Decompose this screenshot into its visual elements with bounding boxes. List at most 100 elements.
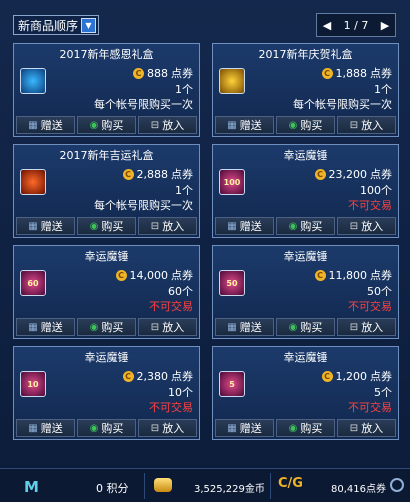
buy-icon: ◉ <box>89 422 99 434</box>
buy-icon: ◉ <box>288 422 298 434</box>
lucky-hammer-icon[interactable]: 60 <box>20 270 46 296</box>
gift-icon: ▦ <box>227 220 237 232</box>
item-card: 幸运魔锤 100 C 23,200 点券 100个 不可交易 ▦ 赠送 ◉ 购买 ⊟ 放入 <box>212 144 399 238</box>
item-price: C 1,888 点券 <box>321 65 392 81</box>
cart-icon: ⊟ <box>349 220 359 232</box>
buy-button[interactable]: ◉ 购买 <box>276 318 335 336</box>
buy-icon: ◉ <box>89 321 99 333</box>
cart-icon: ⊟ <box>150 119 160 131</box>
lucky-hammer-icon[interactable]: 50 <box>219 270 245 296</box>
cart-icon: ⊟ <box>150 321 160 333</box>
blue-gift-box-icon[interactable] <box>20 68 46 94</box>
item-actions: ▦ 赠送 ◉ 购买 ⊟ 放入 <box>16 116 197 134</box>
buy-icon: ◉ <box>89 119 99 131</box>
buy-button[interactable]: ◉ 购买 <box>276 419 335 437</box>
next-page-button[interactable]: ▶ <box>379 19 391 32</box>
item-note: 每个帐号限购买一次 <box>94 98 193 111</box>
item-quantity: 50个 <box>367 285 392 298</box>
lucky-hammer-icon[interactable]: 10 <box>20 371 46 397</box>
buy-button[interactable]: ◉ 购买 <box>77 217 136 235</box>
gift-icon: ▦ <box>28 321 38 333</box>
item-quantity: 1个 <box>374 83 392 96</box>
item-note: 不可交易 <box>348 300 392 313</box>
cart-icon: ⊟ <box>349 119 359 131</box>
add-to-cart-button[interactable]: ⊟ 放入 <box>138 217 197 235</box>
buy-icon: ◉ <box>288 119 298 131</box>
item-actions: ▦ 赠送 ◉ 购买 ⊟ 放入 <box>16 217 197 235</box>
gift-button[interactable]: ▦ 赠送 <box>215 116 274 134</box>
lucky-hammer-icon[interactable]: 100 <box>219 169 245 195</box>
gift-button[interactable]: ▦ 赠送 <box>16 419 75 437</box>
add-to-cart-button[interactable]: ⊟ 放入 <box>337 116 396 134</box>
buy-button[interactable]: ◉ 购买 <box>276 217 335 235</box>
gift-button[interactable]: ▦ 赠送 <box>16 217 75 235</box>
item-title: 幸运魔锤 <box>283 250 328 263</box>
coupon-coin-icon: C <box>122 370 134 382</box>
buy-button[interactable]: ◉ 购买 <box>77 116 136 134</box>
gold-balance: 3,525,229金币 <box>194 484 265 495</box>
item-card: 2017新年感恩礼盒 C 888 点券 1个 每个帐号限购买一次 ▦ 赠送 ◉ 购买 ⊟… <box>13 43 200 137</box>
coupon-coin-icon: C <box>133 67 144 79</box>
coupon-balance: 80,416点券 <box>331 484 386 495</box>
add-to-cart-button[interactable]: ⊟ 放入 <box>337 318 396 336</box>
coupon-coin-icon: C <box>321 370 333 382</box>
buy-button[interactable]: ◉ 购买 <box>77 318 136 336</box>
page-navigator: ◀ 1 / 7 ▶ <box>316 13 396 37</box>
cart-icon: ⊟ <box>349 422 359 434</box>
item-actions: ▦ 赠送 ◉ 购买 ⊟ 放入 <box>16 318 197 336</box>
item-quantity: 1个 <box>175 83 193 96</box>
mileage-logo-icon: M <box>24 478 39 496</box>
item-note: 不可交易 <box>348 401 392 414</box>
item-quantity: 5个 <box>374 386 392 399</box>
add-to-cart-button[interactable]: ⊟ 放入 <box>138 419 197 437</box>
add-to-cart-button[interactable]: ⊟ 放入 <box>138 116 197 134</box>
buy-button[interactable]: ◉ 购买 <box>77 419 136 437</box>
divider <box>144 473 145 499</box>
points-balance: 0 积分 <box>96 482 129 495</box>
item-price: C 23,200 点券 <box>314 166 392 182</box>
cart-icon: ⊟ <box>150 422 160 434</box>
item-actions: ▦ 赠送 ◉ 购买 ⊟ 放入 <box>215 116 396 134</box>
refresh-icon[interactable] <box>390 478 404 492</box>
buy-button[interactable]: ◉ 购买 <box>276 116 335 134</box>
item-actions: ▦ 赠送 ◉ 购买 ⊟ 放入 <box>215 318 396 336</box>
lucky-hammer-icon[interactable]: 5 <box>219 371 245 397</box>
item-actions: ▦ 赠送 ◉ 购买 ⊟ 放入 <box>215 217 396 235</box>
sort-order-dropdown[interactable]: 新商品顺序 ▼ <box>13 15 99 35</box>
gift-button[interactable]: ▦ 赠送 <box>215 419 274 437</box>
chevron-down-icon[interactable]: ▼ <box>81 17 96 33</box>
gift-button[interactable]: ▦ 赠送 <box>16 318 75 336</box>
gold-gift-box-icon[interactable] <box>219 68 245 94</box>
item-price: C 11,800 点券 <box>314 267 392 283</box>
shop-window: 新商品顺序 ▼ ◀ 1 / 7 ▶ 2017新年感恩礼盒 C 888 点券 1个 每… <box>0 0 410 502</box>
coupon-coin-icon: C <box>321 67 333 79</box>
gift-button[interactable]: ▦ 赠送 <box>215 318 274 336</box>
page-indicator: 1 / 7 <box>343 18 369 32</box>
item-quantity: 10个 <box>168 386 193 399</box>
gift-icon: ▦ <box>227 119 237 131</box>
item-title: 幸运魔锤 <box>283 149 328 162</box>
sort-order-label: 新商品顺序 <box>18 18 79 33</box>
prev-page-button[interactable]: ◀ <box>321 19 333 32</box>
add-to-cart-button[interactable]: ⊟ 放入 <box>337 419 396 437</box>
item-price: C 888 点券 <box>133 65 193 81</box>
item-title: 2017新年吉运礼盒 <box>59 149 154 162</box>
coupon-coin-icon: C <box>115 269 127 281</box>
red-gift-box-icon[interactable] <box>20 169 46 195</box>
gift-button[interactable]: ▦ 赠送 <box>16 116 75 134</box>
item-quantity: 60个 <box>168 285 193 298</box>
add-to-cart-button[interactable]: ⊟ 放入 <box>337 217 396 235</box>
item-title: 2017新年感恩礼盒 <box>59 48 154 61</box>
gift-button[interactable]: ▦ 赠送 <box>215 217 274 235</box>
add-to-cart-button[interactable]: ⊟ 放入 <box>138 318 197 336</box>
gift-icon: ▦ <box>227 321 237 333</box>
item-actions: ▦ 赠送 ◉ 购买 ⊟ 放入 <box>215 419 396 437</box>
currency-exchange-icon[interactable]: C/G <box>278 476 303 491</box>
item-title: 2017新年庆贺礼盒 <box>258 48 353 61</box>
gift-icon: ▦ <box>28 119 38 131</box>
buy-icon: ◉ <box>288 321 298 333</box>
item-card: 幸运魔锤 60 C 14,000 点券 60个 不可交易 ▦ 赠送 ◉ 购买 ⊟ 放入 <box>13 245 200 339</box>
cart-icon: ⊟ <box>349 321 359 333</box>
item-note: 每个帐号限购买一次 <box>293 98 392 111</box>
buy-icon: ◉ <box>89 220 99 232</box>
